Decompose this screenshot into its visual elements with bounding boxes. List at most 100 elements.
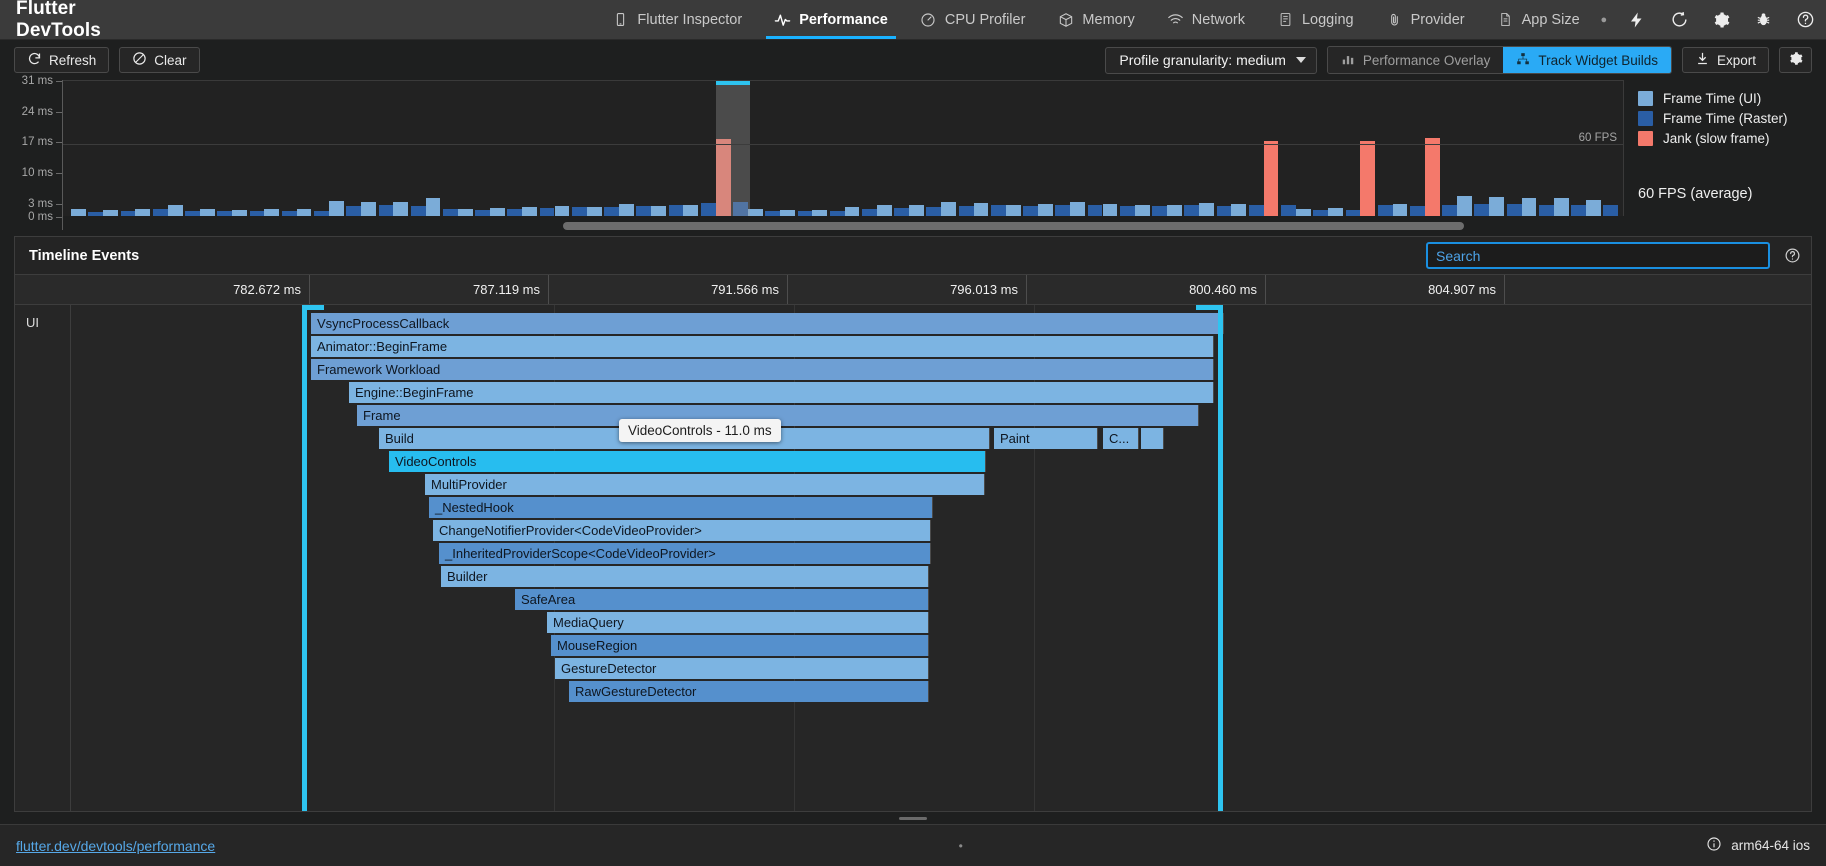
frame-bar-group[interactable]: [618, 81, 652, 216]
frame-time-raster-bar[interactable]: [1248, 205, 1264, 216]
frame-time-raster-bar[interactable]: [1087, 204, 1103, 216]
frame-bar-group[interactable]: [1231, 81, 1264, 216]
frame-time-raster-bar[interactable]: [1281, 205, 1296, 216]
selected-frame-highlight[interactable]: [716, 81, 750, 216]
flame-chart-bar[interactable]: _NestedHook: [429, 497, 933, 518]
clear-button[interactable]: Clear: [119, 47, 200, 73]
frame-time-ui-bar[interactable]: [941, 201, 957, 216]
frame-time-ui-bar[interactable]: [361, 202, 376, 216]
track-widget-builds-toggle[interactable]: Track Widget Builds: [1503, 47, 1671, 73]
flame-chart-bar[interactable]: MultiProvider: [425, 474, 985, 495]
frame-time-raster-bar[interactable]: [281, 211, 297, 216]
frame-time-ui-bar[interactable]: [328, 201, 344, 216]
flame-chart-bar[interactable]: [1141, 428, 1164, 449]
frame-bar-group[interactable]: [1038, 81, 1071, 216]
frame-time-raster-bar[interactable]: [120, 211, 136, 216]
frame-time-ui-bar[interactable]: [103, 210, 119, 216]
frame-time-raster-bar[interactable]: [217, 211, 233, 216]
frame-time-ui-bar[interactable]: [909, 204, 924, 216]
frame-time-raster-bar[interactable]: [1184, 205, 1200, 216]
frame-bar-group[interactable]: [780, 81, 813, 216]
frame-bar-group[interactable]: [1134, 81, 1167, 216]
frame-time-raster-bar[interactable]: [765, 210, 781, 216]
flame-chart[interactable]: VsyncProcessCallback Animator::BeginFrame…: [71, 305, 1811, 811]
frame-time-ui-bar[interactable]: [71, 209, 86, 216]
frame-time-raster-bar[interactable]: [894, 207, 910, 216]
report-bug-icon[interactable]: [1742, 0, 1784, 40]
frame-time-raster-bar[interactable]: [668, 204, 684, 216]
tab-cpu-profiler[interactable]: CPU Profiler: [904, 0, 1042, 39]
selection-flag-left[interactable]: [302, 305, 307, 811]
flame-chart-bar[interactable]: Animator::BeginFrame: [311, 336, 1214, 357]
frame-bar-group[interactable]: [941, 81, 974, 216]
frame-time-raster-bar[interactable]: [1313, 210, 1329, 216]
selection-flag-right[interactable]: [1218, 305, 1223, 811]
frame-bar-group[interactable]: [522, 81, 555, 216]
frame-time-raster-bar[interactable]: [1152, 206, 1167, 216]
frame-bar-group[interactable]: [232, 81, 265, 216]
frame-bar-group[interactable]: [1360, 81, 1393, 216]
frame-time-raster-bar[interactable]: [1474, 203, 1490, 216]
frame-time-ui-bar[interactable]: [1392, 203, 1408, 216]
flame-chart-bar[interactable]: VideoControls: [389, 451, 986, 472]
frame-bar-group[interactable]: [586, 81, 619, 216]
flame-chart-bar[interactable]: Framework Workload: [311, 359, 1214, 380]
frame-bar-group[interactable]: [296, 81, 329, 216]
frame-time-ui-bar[interactable]: [393, 201, 409, 216]
tab-flutter-inspector[interactable]: Flutter Inspector: [596, 0, 758, 39]
flame-chart-bar[interactable]: MediaQuery: [547, 612, 929, 633]
frame-bar-group[interactable]: [167, 81, 200, 216]
flame-chart-bar[interactable]: C...: [1103, 428, 1139, 449]
frame-time-ui-bar[interactable]: [1038, 203, 1053, 216]
frame-time-ui-bar[interactable]: [812, 210, 828, 216]
frame-time-raster-bar[interactable]: [152, 208, 168, 216]
frame-bar-group[interactable]: [1199, 81, 1232, 216]
frame-time-ui-bar[interactable]: [1489, 197, 1505, 216]
flame-chart-bar[interactable]: GestureDetector: [555, 658, 929, 679]
frame-time-ui-bar[interactable]: [747, 209, 763, 216]
jank-bar[interactable]: [1360, 141, 1376, 216]
frame-bar-group[interactable]: [393, 81, 426, 216]
device-info[interactable]: arm64-64 ios: [1706, 836, 1810, 855]
frame-time-raster-bar[interactable]: [1345, 209, 1361, 216]
frame-bar-group[interactable]: [554, 81, 587, 216]
frame-time-ui-bar[interactable]: [167, 205, 183, 216]
frame-time-raster-bar[interactable]: [1216, 205, 1232, 216]
tab-provider[interactable]: Provider: [1370, 0, 1481, 39]
frame-bar-group[interactable]: [361, 81, 394, 216]
frame-bar-group[interactable]: [1521, 81, 1554, 216]
frame-time-ui-bar[interactable]: [876, 205, 892, 216]
frame-bar-group[interactable]: [1553, 81, 1586, 216]
frame-time-ui-bar[interactable]: [425, 197, 441, 216]
tab-memory[interactable]: Memory: [1041, 0, 1150, 39]
frame-bar-group[interactable]: [747, 81, 781, 216]
performance-overlay-toggle[interactable]: Performance Overlay: [1327, 47, 1504, 73]
frame-time-ui-bar[interactable]: [651, 205, 667, 216]
frame-time-ui-bar[interactable]: [1553, 198, 1569, 216]
frame-time-ui-bar[interactable]: [135, 208, 151, 216]
frame-bar-group[interactable]: [457, 81, 491, 216]
frame-time-raster-bar[interactable]: [571, 207, 587, 216]
frame-time-ui-bar[interactable]: [844, 206, 860, 216]
frame-bar-group[interactable]: [1070, 81, 1103, 216]
frame-bar-group[interactable]: [909, 81, 942, 216]
help-icon[interactable]: [1784, 0, 1826, 40]
frame-time-raster-bar[interactable]: [1119, 205, 1135, 216]
flame-chart-bar[interactable]: ChangeNotifierProvider<CodeVideoProvider…: [433, 520, 931, 541]
search-input[interactable]: Search: [1426, 242, 1770, 269]
frame-time-ui-bar[interactable]: [264, 208, 280, 216]
frame-bar-group[interactable]: [1005, 81, 1038, 216]
frame-bar-group[interactable]: [1166, 81, 1200, 216]
frame-time-ui-bar[interactable]: [296, 209, 312, 216]
hot-restart-icon[interactable]: [1658, 0, 1700, 40]
frame-time-ui-bar[interactable]: [1586, 200, 1601, 216]
frame-time-raster-bar[interactable]: [1055, 205, 1071, 216]
frame-bar-group[interactable]: [1295, 81, 1329, 216]
chart-plot-area[interactable]: 60 FPS: [62, 80, 1624, 230]
frame-time-ui-bar[interactable]: [522, 207, 538, 216]
frame-time-ui-bar[interactable]: [1005, 204, 1021, 216]
frame-time-raster-bar[interactable]: [249, 210, 265, 216]
frame-bar-group[interactable]: [1586, 81, 1619, 216]
frame-time-ui-bar[interactable]: [554, 206, 570, 216]
frame-bar-group[interactable]: [135, 81, 168, 216]
